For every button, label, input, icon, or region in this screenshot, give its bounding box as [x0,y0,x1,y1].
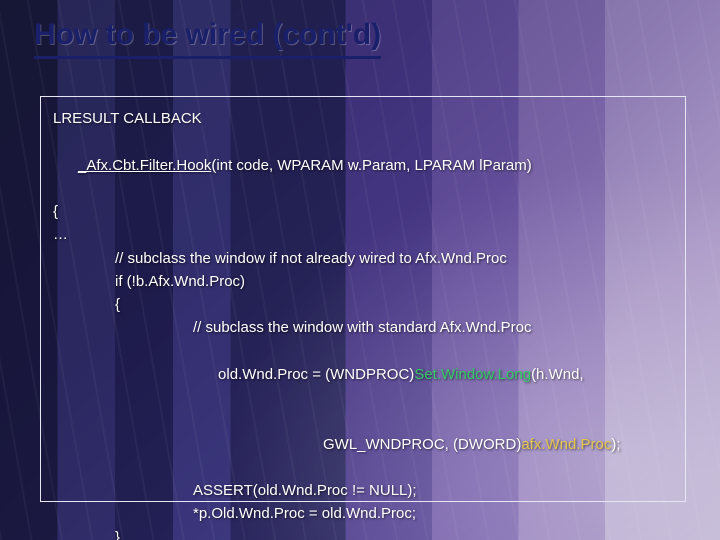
code-comment: // subclass the window if not already wi… [53,247,673,270]
code-line: LRESULT CALLBACK [53,107,673,130]
code-text: GWL_WNDPROC, (DWORD) [323,436,521,453]
code-line: old.Wnd.Proc = (WNDPROC)Set.Window.Long(… [53,340,673,410]
code-text: ); [611,436,620,453]
code-line: *p.Old.Wnd.Proc = old.Wnd.Proc; [53,502,673,525]
slide-title: How to be wired (cont'd) [34,18,381,59]
code-line: _Afx.Cbt.Filter.Hook(int code, WPARAM w.… [53,130,673,200]
code-line: { [53,293,673,316]
code-text: (int code, WPARAM w.Param, LPARAM lParam… [211,157,531,174]
title-text: How to be wired (cont'd) [34,18,381,59]
code-line: GWL_WNDPROC, (DWORD)afx.Wnd.Proc); [53,409,673,479]
code-text: old.Wnd.Proc = (WNDPROC) [218,366,414,383]
code-comment: // subclass the window with standard Afx… [53,316,673,339]
function-call: Set.Window.Long [414,366,531,383]
function-ref: afx.Wnd.Proc [521,436,611,453]
code-text: (h.Wnd, [531,366,584,383]
code-box: LRESULT CALLBACK _Afx.Cbt.Filter.Hook(in… [40,96,686,502]
function-name: _Afx.Cbt.Filter.Hook [78,157,211,174]
code-line: } [53,526,673,540]
code-line: ASSERT(old.Wnd.Proc != NULL); [53,479,673,502]
code-line: if (!b.Afx.Wnd.Proc) [53,270,673,293]
code-line: { [53,200,673,223]
code-line: … [53,223,673,246]
slide: How to be wired (cont'd) LRESULT CALLBAC… [0,0,720,540]
